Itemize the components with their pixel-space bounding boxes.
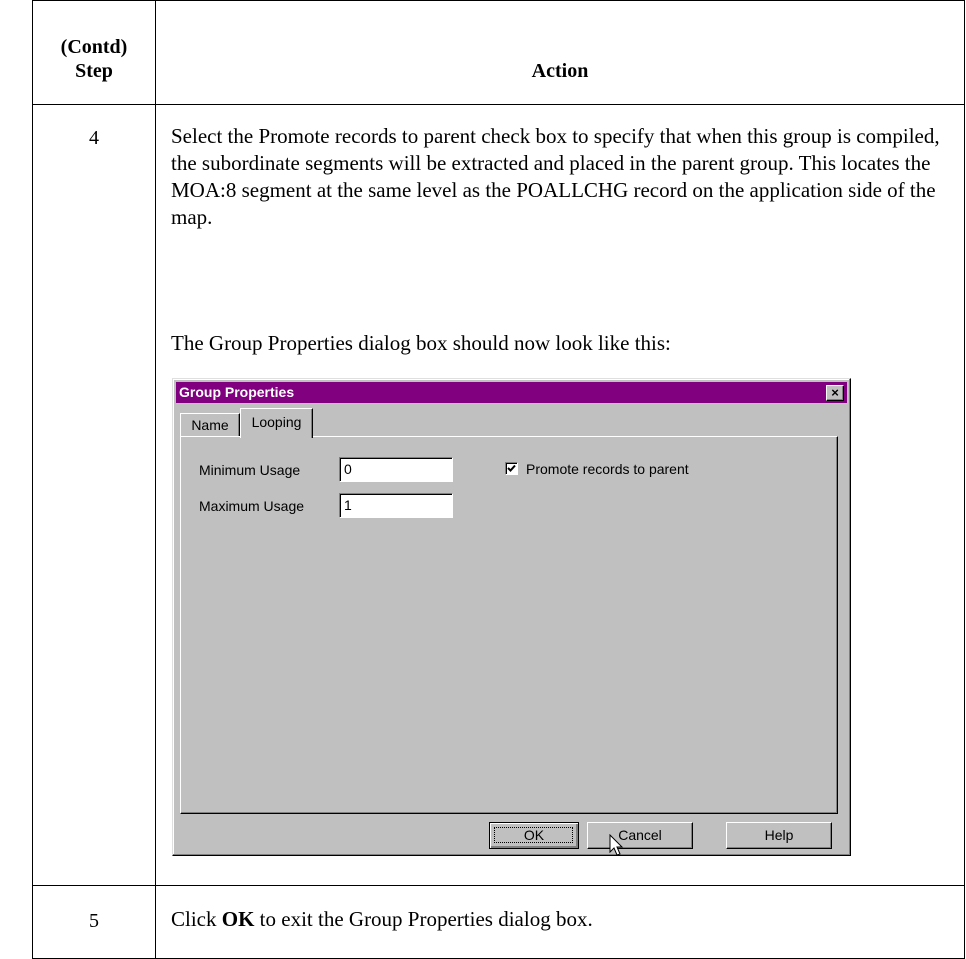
figure-caption: The Group Properties dialog box should n… <box>171 331 671 355</box>
column-divider <box>155 0 156 959</box>
focus-rectangle <box>494 827 573 843</box>
tab-looping[interactable]: Looping <box>240 408 313 438</box>
row-divider <box>32 885 965 886</box>
step-description: Click OK to exit the Group Properties di… <box>171 906 961 933</box>
close-icon: × <box>831 385 839 400</box>
step-number: 4 <box>89 127 99 149</box>
step-number: 5 <box>89 910 99 932</box>
close-button[interactable]: × <box>826 385 844 401</box>
checkmark-icon <box>507 464 516 472</box>
step-text-before: Click <box>171 907 222 931</box>
help-button[interactable]: Help <box>726 822 832 849</box>
dialog-title: Group Properties <box>179 384 295 400</box>
header-step-line1: (Contd) <box>60 36 128 58</box>
table-border-right <box>964 0 965 959</box>
ok-button[interactable]: OK <box>489 822 579 849</box>
promote-records-label[interactable]: Promote records to parent <box>526 460 689 478</box>
header-step: (Contd) Step <box>33 35 155 83</box>
title-bar: Group Properties × <box>176 382 847 403</box>
header-action: Action <box>531 60 589 82</box>
table-border-top <box>32 0 965 1</box>
group-properties-dialog: Group Properties × Name Looping Minimum … <box>172 378 851 856</box>
step-description: Select the Promote records to parent che… <box>171 124 940 229</box>
maximum-usage-input[interactable]: 1 <box>339 493 453 518</box>
header-divider <box>32 104 965 105</box>
looping-tab-panel: Minimum Usage 0 Maximum Usage 1 Promote … <box>180 436 838 814</box>
mouse-pointer-icon <box>609 834 624 856</box>
minimum-usage-input[interactable]: 0 <box>339 457 453 482</box>
tab-name[interactable]: Name <box>180 413 240 436</box>
header-step-line2: Step <box>75 60 113 82</box>
cancel-button[interactable]: Cancel <box>587 822 693 849</box>
maximum-usage-label: Maximum Usage <box>199 498 305 514</box>
promote-records-checkbox[interactable] <box>505 462 518 475</box>
minimum-usage-label: Minimum Usage <box>199 462 301 478</box>
step-text-after: to exit the Group Properties dialog box. <box>254 907 593 931</box>
step-text-bold: OK <box>221 907 255 931</box>
